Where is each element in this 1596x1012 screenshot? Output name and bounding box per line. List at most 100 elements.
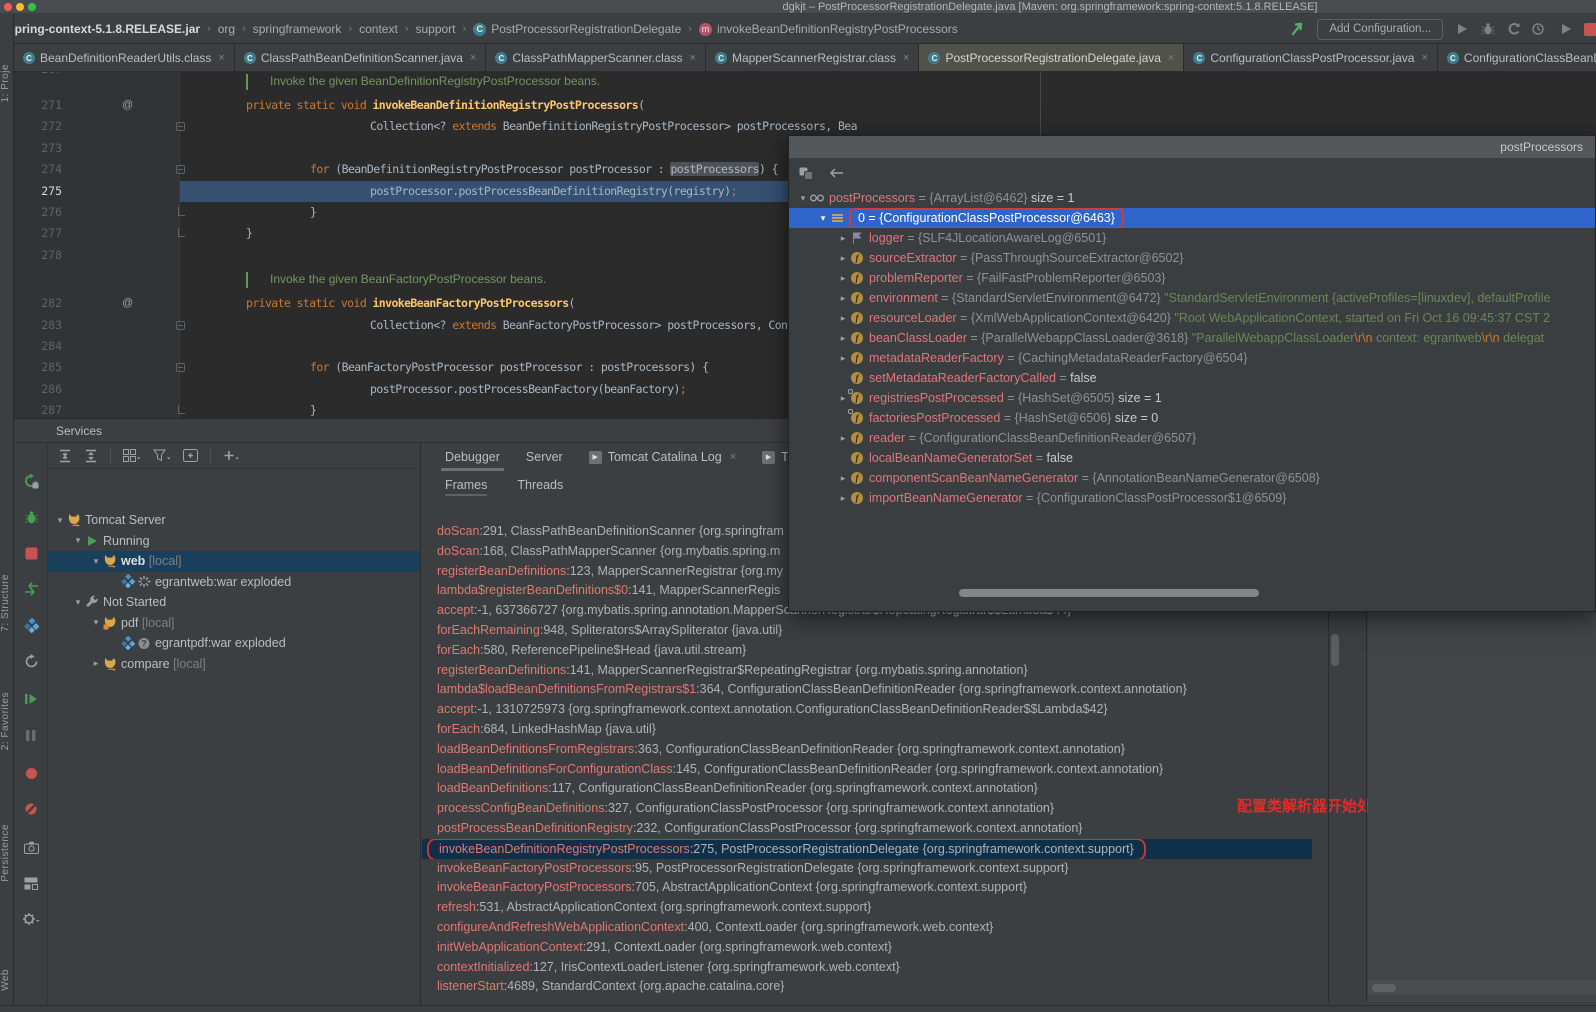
tree-chevron-icon[interactable]: ▸ [837, 468, 849, 488]
service-tree-row[interactable]: ▾Not Started [48, 592, 420, 613]
tree-chevron-icon[interactable]: ▸ [837, 288, 849, 308]
stack-frame-row[interactable]: invokeBeanFactoryPostProcessors:705, Abs… [422, 878, 1312, 898]
variable-row[interactable]: ▸fcomponentScanBeanNameGenerator = {Anno… [789, 468, 1595, 488]
editor-tab[interactable]: CBeanDefinitionReaderUtils.class× [14, 44, 235, 72]
editor-tab[interactable]: CMapperScannerRegistrar.class× [706, 44, 920, 72]
expand-all-icon[interactable] [58, 449, 72, 463]
debug-icon[interactable] [1480, 22, 1495, 37]
rerun-debug-icon[interactable] [21, 507, 41, 527]
layout-icon[interactable] [21, 873, 41, 893]
editor-tab[interactable]: CConfigurationClassPostProcessor.java× [1184, 44, 1438, 72]
back-arrow-icon[interactable] [829, 168, 843, 178]
breadcrumb-item[interactable]: ›springframework [235, 22, 341, 36]
fold-marker[interactable] [176, 165, 185, 174]
service-tree-row[interactable]: ▾Tomcat Server [48, 510, 420, 531]
breadcrumb-item[interactable]: ›CPostProcessorRegistrationDelegate [456, 22, 682, 36]
pause-icon[interactable] [21, 725, 41, 745]
tree-chevron-icon[interactable]: ▸ [90, 658, 102, 669]
breadcrumb-item[interactable]: ›org [200, 22, 235, 36]
add-configuration-button[interactable]: Add Configuration... [1317, 19, 1443, 40]
tree-chevron-icon[interactable]: ▸ [837, 428, 849, 448]
tree-chevron-icon[interactable]: ▾ [54, 515, 66, 526]
breadcrumb-item[interactable]: spring-context-5.1.8.RELEASE.jar [8, 22, 200, 36]
resume-icon[interactable] [21, 689, 41, 709]
tree-chevron-icon[interactable]: ▾ [72, 535, 84, 546]
coverage-icon[interactable] [1506, 22, 1521, 37]
close-tab-icon[interactable]: × [903, 52, 909, 64]
variable-row[interactable]: fsetMetadataReaderFactoryCalled = false [789, 368, 1595, 388]
forward-arrow-icon[interactable] [859, 168, 873, 178]
add-service-icon[interactable] [223, 449, 240, 462]
close-window-button[interactable] [4, 3, 12, 11]
stack-frame-row[interactable]: loadBeanDefinitions:117, ConfigurationCl… [422, 779, 1312, 799]
scrollbar-thumb[interactable] [1331, 634, 1339, 666]
debugger-subtab[interactable]: Threads [517, 472, 563, 498]
mute-breakpoints-icon[interactable] [21, 799, 41, 819]
fold-end-marker[interactable] [178, 228, 185, 237]
stack-frame-row[interactable]: listenerStart:4689, StandardContext {org… [422, 977, 1312, 997]
filter-icon[interactable] [153, 449, 171, 462]
fold-marker[interactable] [176, 321, 185, 330]
stack-frame-row[interactable]: invokeBeanDefinitionRegistryPostProcesso… [422, 839, 1312, 859]
close-tab-icon[interactable]: × [218, 52, 224, 64]
variable-row[interactable]: ffactoriesPostProcessed = {HashSet@6506}… [789, 408, 1595, 428]
deploy-arrows-icon[interactable] [21, 579, 41, 599]
debugger-tab[interactable]: Server [526, 443, 563, 472]
variable-row[interactable]: ▸fimportBeanNameGenerator = {Configurati… [789, 488, 1595, 508]
variable-row[interactable]: ▸fbeanClassLoader = {ParallelWebappClass… [789, 328, 1595, 348]
stack-frame-row[interactable]: postProcessBeanDefinitionRegistry:232, C… [422, 819, 1312, 839]
stop-icon[interactable] [1584, 23, 1596, 36]
close-tab-icon[interactable]: × [1168, 52, 1174, 64]
stack-frame-row[interactable]: forEach:580, ReferencePipeline$Head {jav… [422, 641, 1312, 661]
variable-row[interactable]: ▾0 = {ConfigurationClassPostProcessor@64… [789, 208, 1595, 228]
stack-frame-row[interactable]: loadBeanDefinitionsFromRegistrars:363, C… [422, 740, 1312, 760]
variable-row[interactable]: ▸fresourceLoader = {XmlWebApplicationCon… [789, 308, 1595, 328]
run-icon[interactable] [1454, 22, 1469, 37]
tree-chevron-icon[interactable]: ▸ [837, 228, 849, 248]
close-tab-icon[interactable]: × [730, 443, 736, 472]
variable-row[interactable]: ▸logger = {SLF4JLocationAwareLog@6501} [789, 228, 1595, 248]
fold-marker[interactable] [176, 122, 185, 131]
camera-icon[interactable] [21, 837, 41, 857]
variable-row[interactable]: flocalBeanNameGeneratorSet = false [789, 448, 1595, 468]
new-frame-icon[interactable] [183, 449, 198, 462]
group-by-icon[interactable] [123, 449, 141, 462]
maximize-window-button[interactable] [28, 3, 36, 11]
stack-frame-row[interactable]: refresh:531, AbstractApplicationContext … [422, 898, 1312, 918]
close-tab-icon[interactable]: × [470, 52, 476, 64]
rerun-icon[interactable] [21, 471, 41, 491]
breadcrumb-item[interactable]: ›minvokeBeanDefinitionRegistryPostProces… [681, 22, 957, 36]
tree-chevron-icon[interactable]: ▸ [837, 348, 849, 368]
tree-chevron-icon[interactable]: ▾ [90, 617, 102, 628]
services-diamonds-icon[interactable] [21, 615, 41, 635]
stack-frame-row[interactable]: registerBeanDefinitions:141, MapperScann… [422, 661, 1312, 681]
fold-marker[interactable] [176, 363, 185, 372]
editor-tab[interactable]: CPostProcessorRegistrationDelegate.java× [919, 44, 1184, 72]
refresh-icon[interactable] [21, 651, 41, 671]
stack-frame-row[interactable]: configureAndRefreshWebApplicationContext… [422, 918, 1312, 938]
fold-end-marker[interactable] [178, 207, 185, 216]
tool-window-stripe-button[interactable]: Persistence [0, 824, 14, 882]
variable-row[interactable]: ▾postProcessors = {ArrayList@6462} size … [789, 188, 1595, 208]
breakpoint-dot-icon[interactable] [21, 763, 41, 783]
stack-frame-row[interactable]: forEach:684, LinkedHashMap {java.util} [422, 720, 1312, 740]
stack-frame-row[interactable]: initWebApplicationContext:291, ContextLo… [422, 938, 1312, 958]
minimize-window-button[interactable] [16, 3, 24, 11]
debugger-subtab[interactable]: Frames [445, 472, 487, 498]
stack-frame-row[interactable]: loadBeanDefinitionsForConfigurationClass… [422, 760, 1312, 780]
tool-window-stripe-button[interactable]: 7: Structure [0, 574, 14, 632]
variable-row[interactable]: ▸fproblemReporter = {FailFastProblemRepo… [789, 268, 1595, 288]
horizontal-scrollbar-thumb[interactable] [1372, 984, 1396, 992]
code-line[interactable]: Invoke the given BeanDefinitionRegistryP… [14, 72, 1596, 95]
editor-tab[interactable]: CClassPathMapperScanner.class× [486, 44, 706, 72]
fold-end-marker[interactable] [178, 405, 185, 414]
tool-window-stripe-button[interactable]: Web [0, 969, 14, 991]
service-tree-row[interactable]: ?egrantpdf:war exploded [48, 633, 420, 654]
breadcrumb-item[interactable]: ›support [398, 22, 456, 36]
service-tree-row[interactable]: ▸compare [local] [48, 654, 420, 675]
service-tree-row[interactable]: egrantweb:war exploded [48, 572, 420, 593]
stack-frame-row[interactable]: invokeBeanFactoryPostProcessors:95, Post… [422, 859, 1312, 879]
service-tree-row[interactable]: ▾Running [48, 531, 420, 552]
stack-frame-row[interactable]: processConfigBeanDefinitions:327, Config… [422, 799, 1312, 819]
breadcrumb-item[interactable]: ›context [341, 22, 397, 36]
